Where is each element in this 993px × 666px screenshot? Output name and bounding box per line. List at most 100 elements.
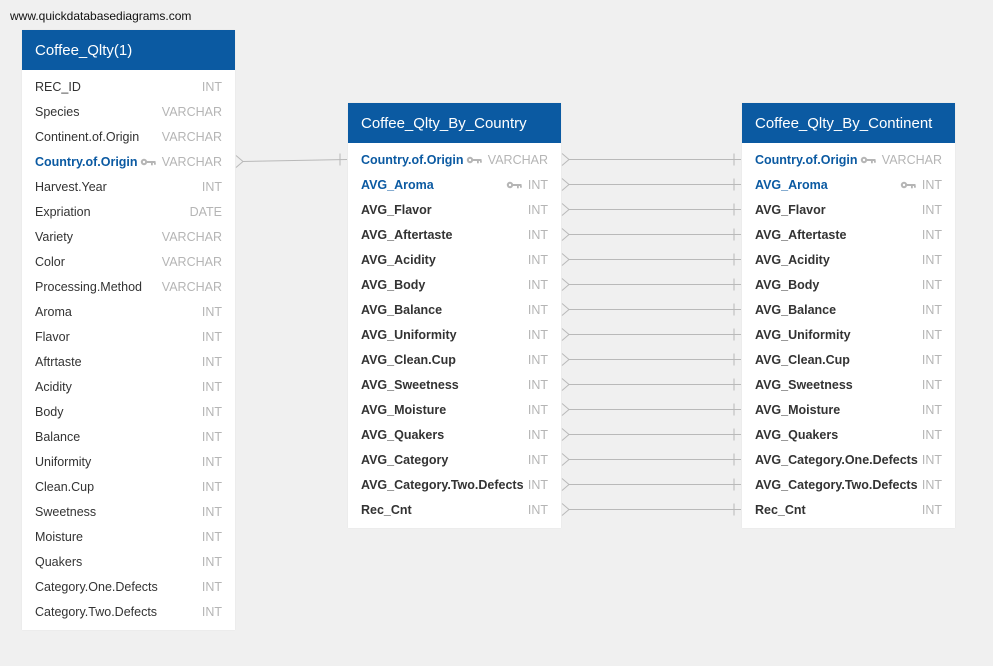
- table-title[interactable]: Coffee_Qlty_By_Country: [348, 103, 561, 143]
- field-type: INT: [922, 328, 942, 342]
- field-row[interactable]: Rec_Cnt INT: [348, 497, 561, 522]
- field-name: AVG_Moisture: [361, 402, 447, 417]
- table-title[interactable]: Coffee_Qlty(1): [22, 30, 235, 70]
- field-row[interactable]: Category.Two.Defects INT: [22, 599, 235, 624]
- field-row[interactable]: Aroma INT: [22, 299, 235, 324]
- field-type: INT: [922, 478, 942, 492]
- field-type: VARCHAR: [162, 130, 222, 144]
- field-row[interactable]: AVG_Quakers INT: [348, 422, 561, 447]
- field-row[interactable]: Continent.of.Origin VARCHAR: [22, 124, 235, 149]
- field-row[interactable]: Country.of.Origin VARCHAR: [348, 147, 561, 172]
- field-name: Color: [35, 254, 65, 269]
- field-row[interactable]: AVG_Flavor INT: [742, 197, 955, 222]
- field-type: INT: [528, 503, 548, 517]
- field-row[interactable]: AVG_Balance INT: [742, 297, 955, 322]
- field-row[interactable]: Country.of.Origin VARCHAR: [22, 149, 235, 174]
- field-name: AVG_Aroma: [755, 177, 828, 192]
- table-coffee-qlty[interactable]: Coffee_Qlty(1) REC_ID INT Species VARCHAR Co…: [22, 30, 235, 630]
- field-row[interactable]: Aftrtaste INT: [22, 349, 235, 374]
- field-name: Sweetness: [35, 504, 97, 519]
- table-coffee-qlty-by-country[interactable]: Coffee_Qlty_By_Country Country.of.Origin…: [348, 103, 561, 528]
- field-row[interactable]: Flavor INT: [22, 324, 235, 349]
- field-type: INT: [528, 278, 548, 292]
- field-row[interactable]: AVG_Acidity INT: [348, 247, 561, 272]
- field-row[interactable]: Harvest.Year INT: [22, 174, 235, 199]
- field-type: INT: [202, 505, 222, 519]
- field-name: Category.One.Defects: [35, 579, 158, 594]
- field-type: INT: [202, 480, 222, 494]
- field-type-label: INT: [921, 427, 942, 442]
- field-row[interactable]: AVG_Aftertaste INT: [742, 222, 955, 247]
- field-row[interactable]: Country.of.Origin VARCHAR: [742, 147, 955, 172]
- field-name: Processing.Method: [35, 279, 143, 294]
- field-name: Country.of.Origin: [35, 154, 138, 169]
- field-row[interactable]: Quakers INT: [22, 549, 235, 574]
- field-row[interactable]: Category.One.Defects INT: [22, 574, 235, 599]
- field-row[interactable]: AVG_Uniformity INT: [348, 322, 561, 347]
- field-row[interactable]: Acidity INT: [22, 374, 235, 399]
- field-row[interactable]: AVG_Balance INT: [348, 297, 561, 322]
- field-row[interactable]: AVG_Clean.Cup INT: [742, 347, 955, 372]
- key-icon: [900, 178, 916, 192]
- field-name: REC_ID: [35, 79, 81, 94]
- field-row[interactable]: Moisture INT: [22, 524, 235, 549]
- crows-foot-marker: [561, 428, 570, 441]
- field-name: AVG_Category.One.Defects: [755, 452, 918, 467]
- field-name: Rec_Cnt: [755, 502, 806, 517]
- field-row[interactable]: AVG_Moisture INT: [742, 397, 955, 422]
- field-row[interactable]: Expriation DATE: [22, 199, 235, 224]
- field-row[interactable]: AVG_Sweetness INT: [742, 372, 955, 397]
- field-row[interactable]: AVG_Aroma INT: [742, 172, 955, 197]
- field-row[interactable]: Processing.Method VARCHAR: [22, 274, 235, 299]
- field-row[interactable]: AVG_Sweetness INT: [348, 372, 561, 397]
- field-type-label: INT: [201, 329, 222, 344]
- field-row[interactable]: AVG_Acidity INT: [742, 247, 955, 272]
- field-name: Aftrtaste: [35, 354, 82, 369]
- field-row[interactable]: AVG_Body INT: [348, 272, 561, 297]
- watermark[interactable]: www.quickdatabasediagrams.com: [10, 9, 191, 23]
- field-row[interactable]: AVG_Category.One.Defects INT: [742, 447, 955, 472]
- field-name: Balance: [35, 429, 81, 444]
- field-name: Aroma: [35, 304, 72, 319]
- field-row[interactable]: AVG_Uniformity INT: [742, 322, 955, 347]
- field-type-label: INT: [527, 377, 548, 392]
- field-type: INT: [528, 253, 548, 267]
- field-row[interactable]: AVG_Category INT: [348, 447, 561, 472]
- field-type: INT: [922, 203, 942, 217]
- field-name: Acidity: [35, 379, 72, 394]
- field-type-label: INT: [921, 327, 942, 342]
- field-type-label: INT: [201, 504, 222, 519]
- field-row[interactable]: AVG_Body INT: [742, 272, 955, 297]
- field-name: AVG_Category: [361, 452, 449, 467]
- field-row[interactable]: AVG_Category.Two.Defects INT: [348, 472, 561, 497]
- field-name: Body: [35, 404, 64, 419]
- field-type-label: INT: [527, 327, 548, 342]
- field-type: INT: [528, 303, 548, 317]
- field-row[interactable]: AVG_Category.Two.Defects INT: [742, 472, 955, 497]
- field-row[interactable]: Body INT: [22, 399, 235, 424]
- field-row[interactable]: AVG_Moisture INT: [348, 397, 561, 422]
- table-coffee-qlty-by-continent[interactable]: Coffee_Qlty_By_Continent Country.of.Orig…: [742, 103, 955, 528]
- field-type: INT: [528, 478, 548, 492]
- field-row[interactable]: AVG_Clean.Cup INT: [348, 347, 561, 372]
- field-type-label: INT: [921, 302, 942, 317]
- field-row[interactable]: AVG_Aftertaste INT: [348, 222, 561, 247]
- field-row[interactable]: AVG_Quakers INT: [742, 422, 955, 447]
- field-type: INT: [528, 403, 548, 417]
- field-row[interactable]: Uniformity INT: [22, 449, 235, 474]
- table-title[interactable]: Coffee_Qlty_By_Continent: [742, 103, 955, 143]
- field-row[interactable]: REC_ID INT: [22, 74, 235, 99]
- field-row[interactable]: Balance INT: [22, 424, 235, 449]
- field-name: Flavor: [35, 329, 70, 344]
- field-row[interactable]: Color VARCHAR: [22, 249, 235, 274]
- field-row[interactable]: Sweetness INT: [22, 499, 235, 524]
- field-name: AVG_Flavor: [755, 202, 826, 217]
- field-name: AVG_Uniformity: [361, 327, 457, 342]
- field-row[interactable]: Variety VARCHAR: [22, 224, 235, 249]
- field-row[interactable]: AVG_Aroma INT: [348, 172, 561, 197]
- field-row[interactable]: AVG_Flavor INT: [348, 197, 561, 222]
- field-row[interactable]: Species VARCHAR: [22, 99, 235, 124]
- field-row[interactable]: Rec_Cnt INT: [742, 497, 955, 522]
- field-row[interactable]: Clean.Cup INT: [22, 474, 235, 499]
- field-name: AVG_Clean.Cup: [361, 352, 456, 367]
